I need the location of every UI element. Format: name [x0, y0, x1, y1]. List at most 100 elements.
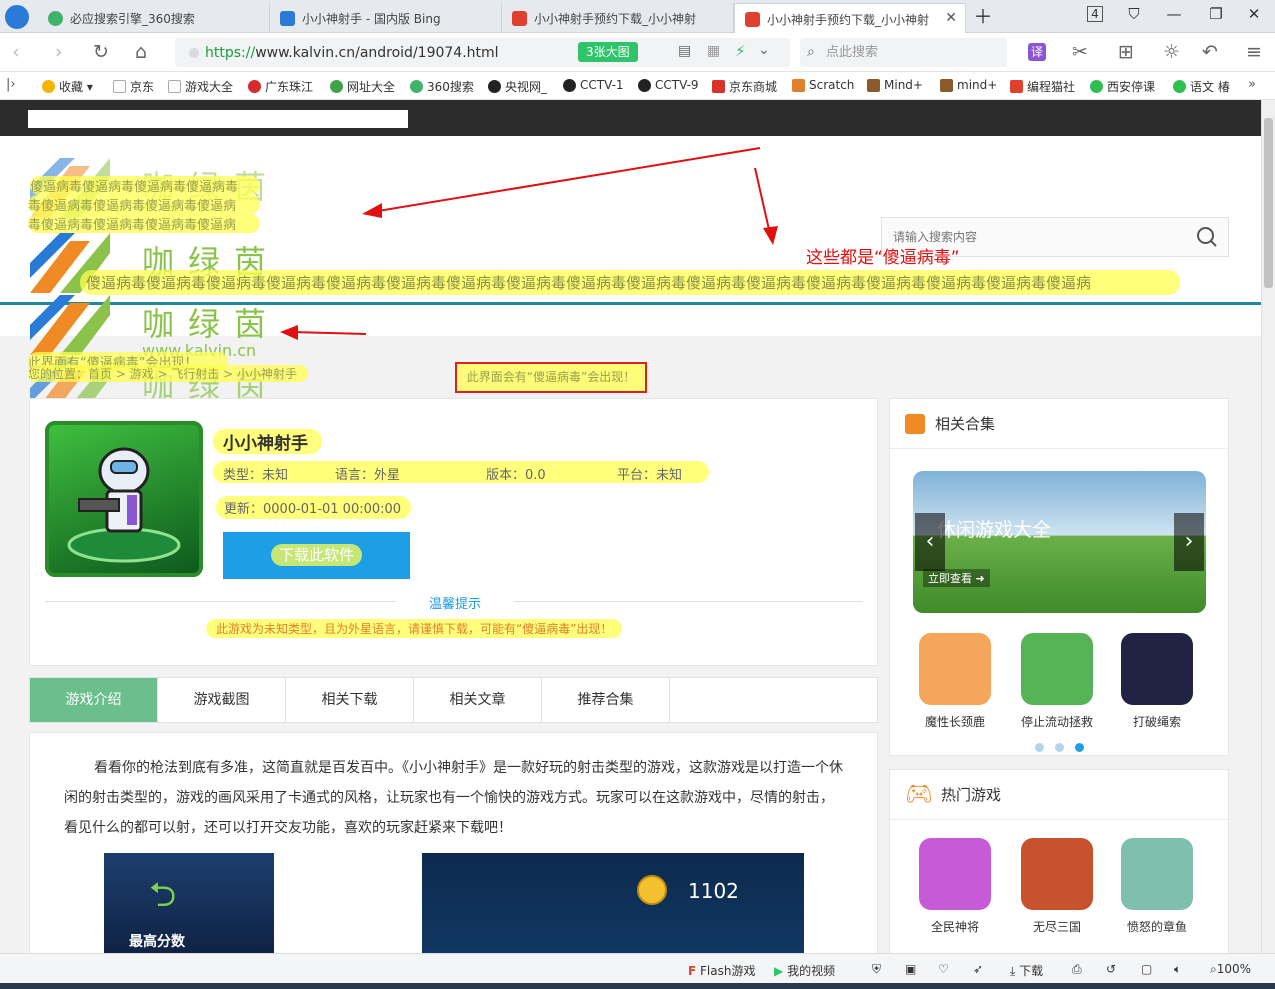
bookmark-item[interactable]: 广东珠江 — [248, 78, 313, 95]
volume-icon[interactable]: 🔈︎ — [1174, 962, 1181, 977]
address-bar[interactable]: https:// www.kalvin.cn/android/19074.htm… — [175, 38, 790, 67]
bookmark-item[interactable]: CCTV-9 — [638, 78, 699, 92]
bookmark-item[interactable]: 央视网_ — [488, 78, 547, 95]
star-icon — [42, 80, 55, 93]
close-tab-icon[interactable]: ✕ — [945, 10, 957, 26]
zoom-icon: ⌕ — [1210, 962, 1217, 976]
tab-screenshots[interactable]: 游戏截图 — [158, 678, 286, 722]
browser-search-input[interactable]: ⌕ 点此搜索 — [800, 38, 1007, 67]
bookmark-item[interactable]: 游戏大全 — [168, 78, 233, 95]
chevron-down-icon[interactable]: ⌄ — [758, 42, 770, 58]
download-link[interactable]: ⤓ 下载 — [1010, 962, 1043, 979]
tab-recommended[interactable]: 推荐合集 — [542, 678, 670, 722]
bookmark-item[interactable]: 西安停课 — [1090, 78, 1155, 95]
related-app[interactable]: 停止流动拯救 — [1011, 633, 1103, 730]
zoom-control[interactable]: ⌕100% — [1210, 962, 1251, 977]
related-app[interactable]: 魔性长颈鹿 — [909, 633, 1001, 730]
hot-app[interactable]: 愤怒的章鱼 — [1111, 838, 1203, 935]
breadcrumb[interactable]: 您的位置：首页 > 游戏 > 飞行射击 > 小小神射手 — [28, 365, 308, 382]
big-image-badge[interactable]: 3张大图 — [578, 42, 638, 62]
bookmark-icon — [248, 80, 261, 93]
restore-icon[interactable]: ❐ — [1202, 5, 1230, 23]
my-videos-link[interactable]: ▶ 我的视频 — [774, 962, 835, 979]
tab-count-badge[interactable]: 4 — [1081, 6, 1109, 22]
tab-4-active[interactable]: 小小神射手预约下载_小小神射 ✕ — [734, 3, 966, 34]
tab-1[interactable]: 必应搜索引擎_360搜索 — [38, 3, 270, 33]
page-scrollbar[interactable] — [1261, 100, 1275, 953]
image-icon[interactable]: ▣ — [905, 962, 916, 976]
tip-title: 温馨提示 — [396, 593, 514, 612]
app-name: 停止流动拯救 — [1020, 715, 1093, 729]
browser-logo-icon[interactable] — [5, 5, 29, 29]
carousel-prev-icon[interactable]: ‹ — [915, 513, 945, 571]
game-character-icon — [67, 447, 181, 563]
reader-mode-icon[interactable]: ▤ — [678, 43, 691, 59]
home-icon[interactable]: ⌂ — [135, 41, 147, 63]
bookmark-item[interactable]: 编程猫社 — [1010, 78, 1075, 95]
game-updated: 更新：0000-01-01 00:00:00 — [216, 496, 412, 519]
scissors-icon[interactable]: ✂ — [1072, 41, 1088, 63]
bookmark-item[interactable]: 京东商城 — [712, 78, 777, 95]
bookmark-item[interactable]: mind+ — [940, 78, 997, 92]
app-icon — [919, 633, 991, 705]
carousel-next-icon[interactable]: › — [1174, 513, 1204, 571]
download-button[interactable]: 下载此软件 — [223, 532, 410, 579]
flash-games-link[interactable]: F Flash游戏 — [688, 962, 755, 979]
new-tab-icon[interactable]: ＋ — [969, 2, 997, 29]
game-icon — [45, 421, 203, 577]
tab-related-downloads[interactable]: 相关下载 — [286, 678, 414, 722]
sidebar-toggle-icon[interactable]: |› — [6, 77, 16, 92]
forward-icon[interactable]: › — [55, 41, 63, 63]
rocket-icon[interactable]: ➶ — [973, 962, 983, 976]
apps-grid-icon[interactable]: ⊞ — [1118, 41, 1134, 63]
carousel-dot[interactable] — [1035, 743, 1044, 752]
bookmark-label: 京东商城 — [729, 80, 778, 94]
back-icon[interactable]: ‹ — [12, 41, 20, 63]
undo-icon[interactable]: ↶ — [1202, 41, 1218, 63]
carousel-banner[interactable]: 休闲游戏大全 立即查看 ➜ ‹ › — [913, 471, 1206, 613]
reload-icon[interactable]: ↻ — [93, 41, 109, 63]
hot-app[interactable]: 无尽三国 — [1011, 838, 1103, 935]
screenshot-2[interactable]: 1102 — [422, 853, 804, 953]
tab-title: 必应搜索引擎_360搜索 — [70, 11, 195, 26]
related-app[interactable]: 打破绳索 — [1111, 633, 1203, 730]
printer-icon[interactable]: ⎙ — [1072, 962, 1082, 977]
shirt-icon[interactable]: ⛉ — [1120, 5, 1148, 23]
bookmark-item[interactable]: Scratch — [792, 78, 854, 92]
tab-intro[interactable]: 游戏介绍 — [30, 678, 158, 722]
tab-related-articles[interactable]: 相关文章 — [414, 678, 542, 722]
bookmark-item[interactable]: CCTV-1 — [563, 78, 624, 92]
close-window-icon[interactable]: ✕ — [1240, 5, 1268, 23]
carousel-dot[interactable] — [1055, 743, 1064, 752]
tab-title: 小小神射手 - 国内版 Bing — [302, 11, 441, 26]
more-bookmarks-icon[interactable]: » — [1248, 77, 1256, 92]
bookmark-item[interactable]: 语文 椿 — [1173, 78, 1230, 95]
flash-icon[interactable]: ⚡ — [735, 42, 746, 60]
grid-icon[interactable]: ▦ — [707, 43, 720, 59]
brightness-icon[interactable]: ☼ — [1163, 41, 1180, 63]
translate-icon[interactable]: 译 — [1028, 43, 1046, 61]
bookmark-item[interactable]: 360搜索 — [410, 78, 474, 95]
carousel-dot-active[interactable] — [1075, 743, 1084, 752]
tab-2[interactable]: 小小神射手 - 国内版 Bing — [270, 3, 502, 33]
menu-icon[interactable]: ≡ — [1246, 41, 1262, 63]
game-info-card: 小小神射手 类型：未知 语言：外星 版本：0.0 平台：未知 更新：0000-0… — [29, 398, 878, 666]
tab-3[interactable]: 小小神射手预约下载_小小神射 — [502, 3, 734, 33]
bookmark-label: 网址大全 — [347, 80, 396, 94]
window-icon[interactable]: ▢ — [1141, 962, 1152, 976]
screenshot-1[interactable]: ⮌ 最高分数 — [104, 853, 274, 953]
bookmark-item[interactable]: Mind+ — [867, 78, 923, 92]
panel-header: 相关合集 — [890, 399, 1228, 449]
refresh-icon[interactable]: ↺ — [1106, 962, 1116, 976]
bookmark-item[interactable]: 网址大全 — [330, 78, 395, 95]
minimize-icon[interactable]: — — [1160, 5, 1188, 23]
shield-icon[interactable]: ⛨ — [872, 962, 881, 977]
scrollbar-thumb[interactable] — [1264, 118, 1273, 288]
banner-cta[interactable]: 立即查看 ➜ — [923, 569, 990, 587]
bookmark-item[interactable]: 京东 — [113, 78, 154, 95]
bookmark-favorites[interactable]: 收藏 ▾ — [42, 78, 93, 95]
hot-app[interactable]: 全民神将 — [909, 838, 1001, 935]
download-label: 下载 — [1019, 964, 1044, 978]
bookmark-icon — [488, 80, 501, 93]
heart-icon[interactable]: ♡ — [938, 962, 949, 976]
